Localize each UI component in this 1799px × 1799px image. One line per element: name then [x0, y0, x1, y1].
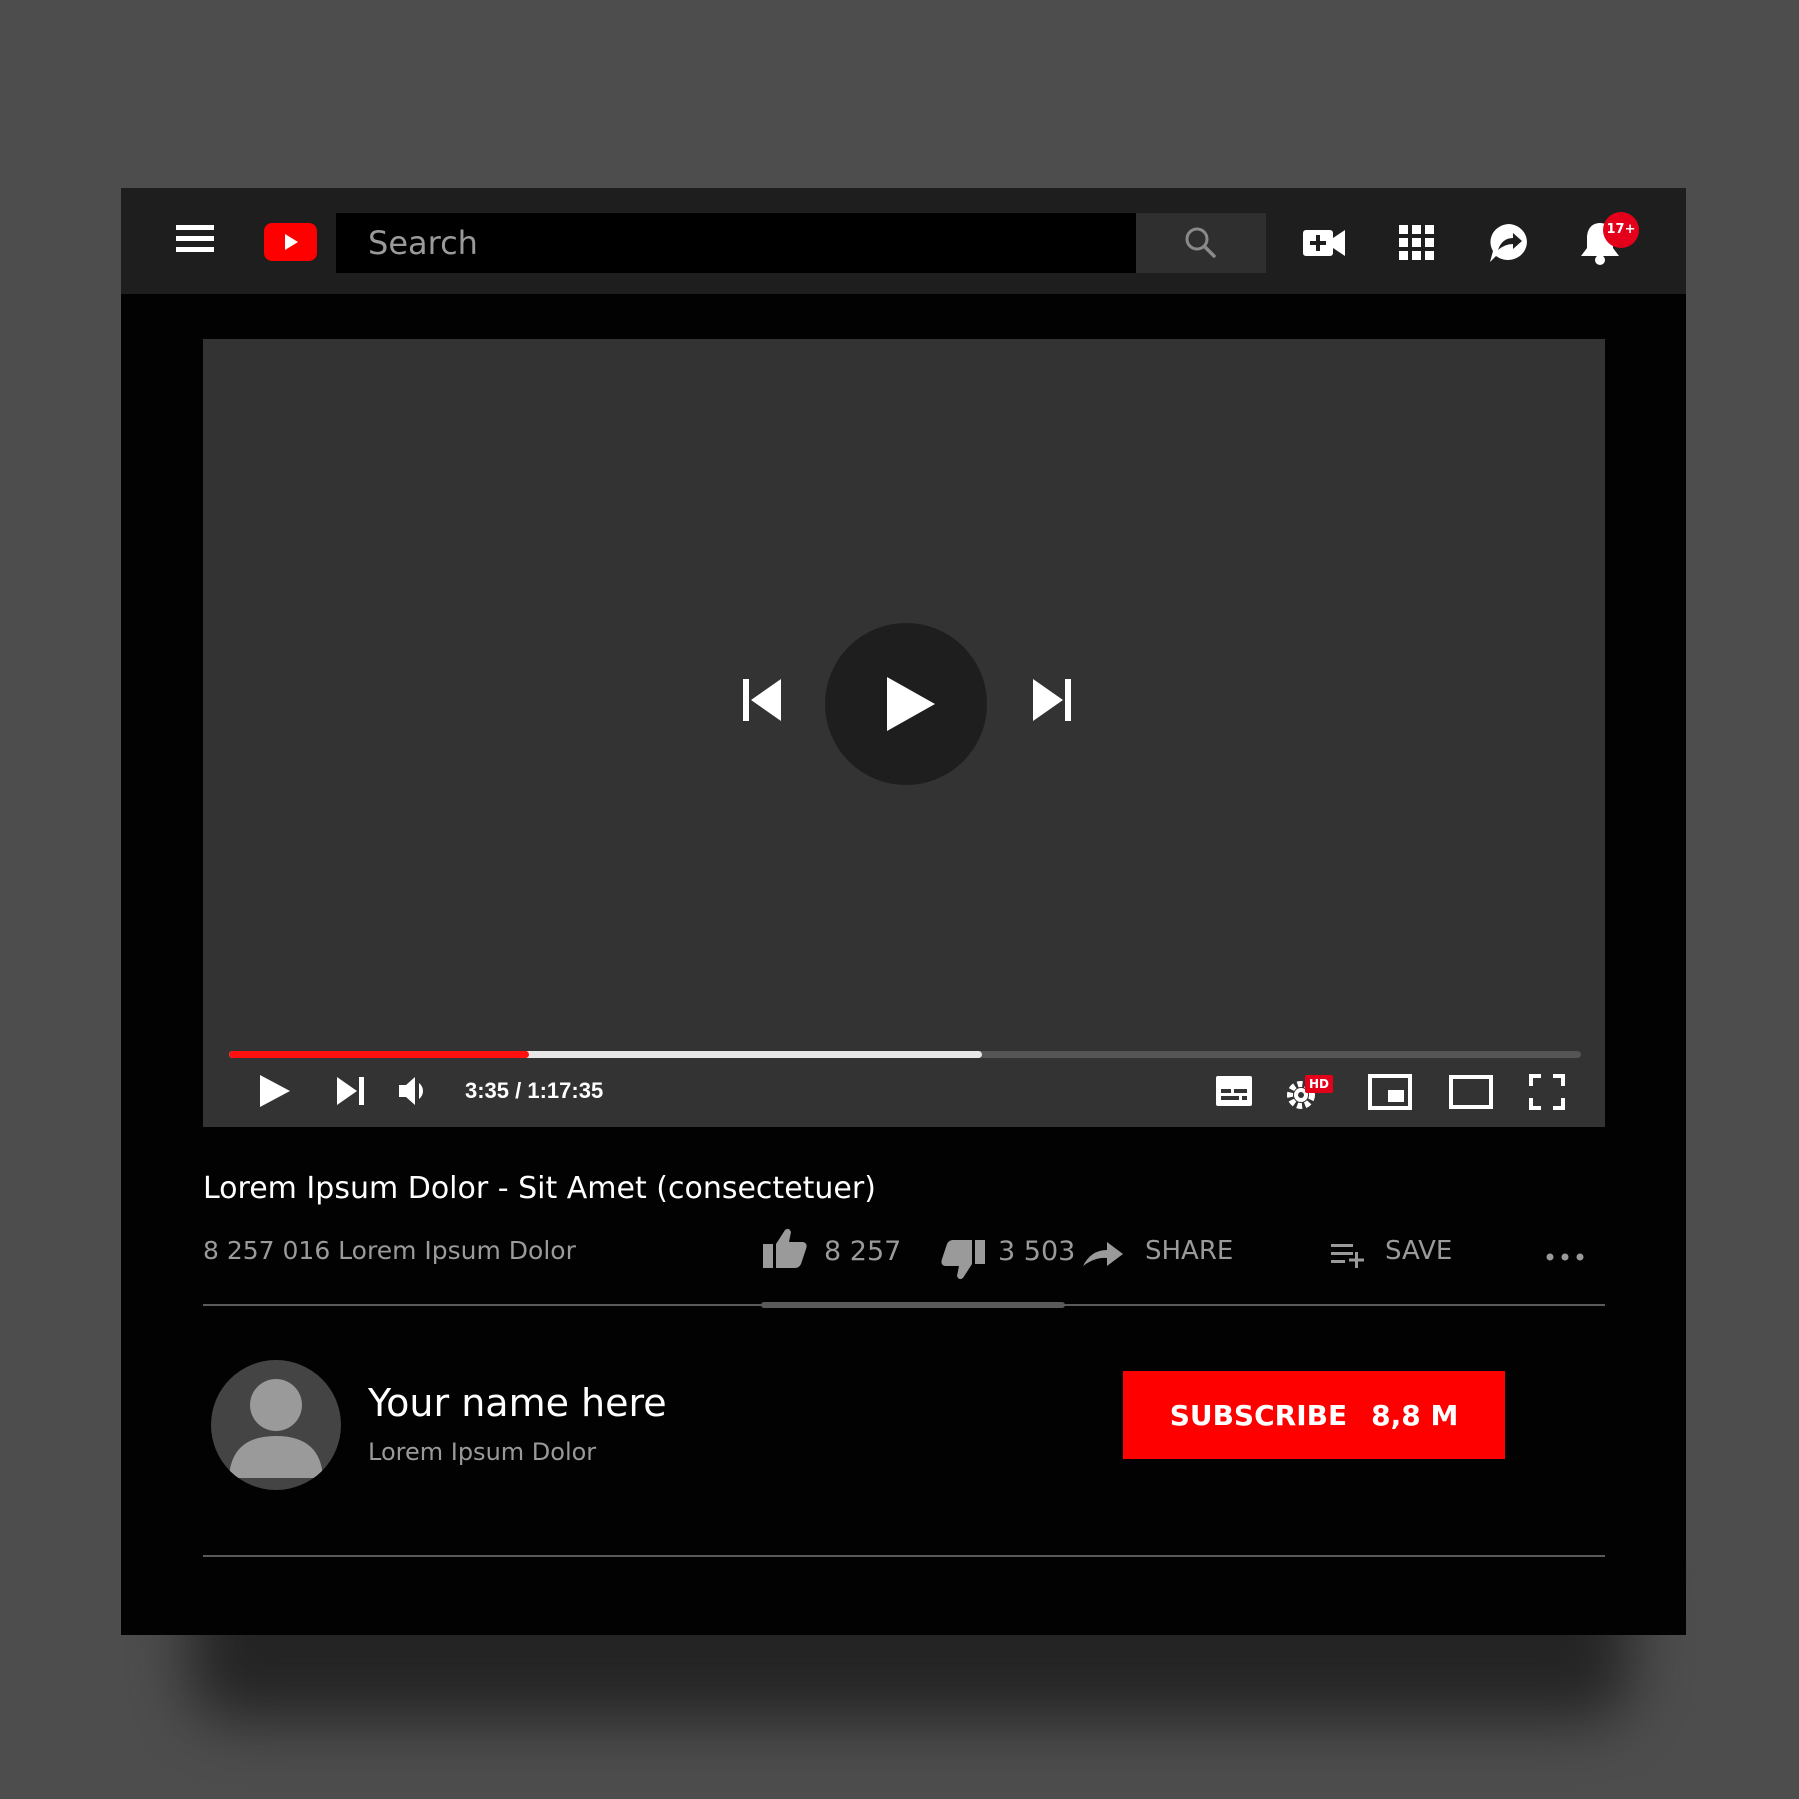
play-icon	[887, 677, 935, 731]
previous-icon[interactable]	[741, 677, 785, 727]
channel-divider	[203, 1555, 1605, 1557]
next-small-icon[interactable]	[335, 1075, 367, 1111]
share-button-label[interactable]: SHARE	[1145, 1236, 1233, 1266]
search-button[interactable]	[1136, 213, 1266, 273]
more-options-icon[interactable]	[1545, 1248, 1585, 1267]
subscribe-button[interactable]: SUBSCRIBE 8,8 M	[1123, 1371, 1505, 1459]
dislike-count: 3 503	[998, 1236, 1076, 1267]
progress-played[interactable]	[229, 1051, 529, 1058]
messages-share-icon[interactable]	[1484, 218, 1534, 268]
apps-grid-icon[interactable]	[1393, 218, 1443, 268]
time-display: 3:35 / 1:17:35	[465, 1078, 604, 1103]
fullscreen-icon[interactable]	[1529, 1074, 1565, 1114]
save-button-label[interactable]: SAVE	[1385, 1236, 1452, 1266]
share-icon[interactable]	[1081, 1238, 1125, 1274]
logo-icon[interactable]	[264, 223, 317, 261]
miniplayer-icon[interactable]	[1368, 1074, 1412, 1114]
big-play-button[interactable]	[825, 623, 987, 785]
app-window: 17+	[121, 188, 1686, 1635]
search-input[interactable]	[336, 213, 1136, 273]
view-count: 8 257 016 Lorem Ipsum Dolor	[203, 1236, 576, 1265]
volume-icon[interactable]	[397, 1075, 433, 1111]
search-icon	[1185, 227, 1216, 258]
like-count: 8 257	[824, 1236, 902, 1267]
next-icon[interactable]	[1029, 677, 1073, 727]
info-divider-highlight	[761, 1302, 1065, 1308]
channel-name[interactable]: Your name here	[368, 1381, 667, 1425]
settings-gear-icon[interactable]: HD	[1287, 1075, 1337, 1115]
avatar[interactable]	[211, 1360, 341, 1490]
user-avatar-icon	[229, 1379, 323, 1478]
create-video-icon[interactable]	[1301, 218, 1351, 268]
menu-icon[interactable]	[176, 223, 216, 255]
subscriber-count: 8,8 M	[1371, 1398, 1459, 1432]
subtitles-icon[interactable]	[1215, 1075, 1253, 1111]
like-icon[interactable]	[761, 1226, 809, 1274]
dislike-icon[interactable]	[939, 1238, 987, 1286]
play-small-icon[interactable]	[257, 1073, 293, 1113]
save-playlist-icon[interactable]	[1329, 1240, 1367, 1274]
subscribe-label: SUBSCRIBE	[1169, 1398, 1348, 1432]
video-player[interactable]: 3:35 / 1:17:35 HD	[203, 339, 1605, 1127]
top-bar: 17+	[121, 188, 1686, 294]
video-title: Lorem Ipsum Dolor - Sit Amet (consectetu…	[203, 1171, 876, 1206]
theater-mode-icon[interactable]	[1449, 1074, 1493, 1114]
notification-badge: 17+	[1603, 212, 1639, 248]
channel-subtitle: Lorem Ipsum Dolor	[368, 1438, 597, 1466]
hd-badge: HD	[1305, 1075, 1333, 1093]
